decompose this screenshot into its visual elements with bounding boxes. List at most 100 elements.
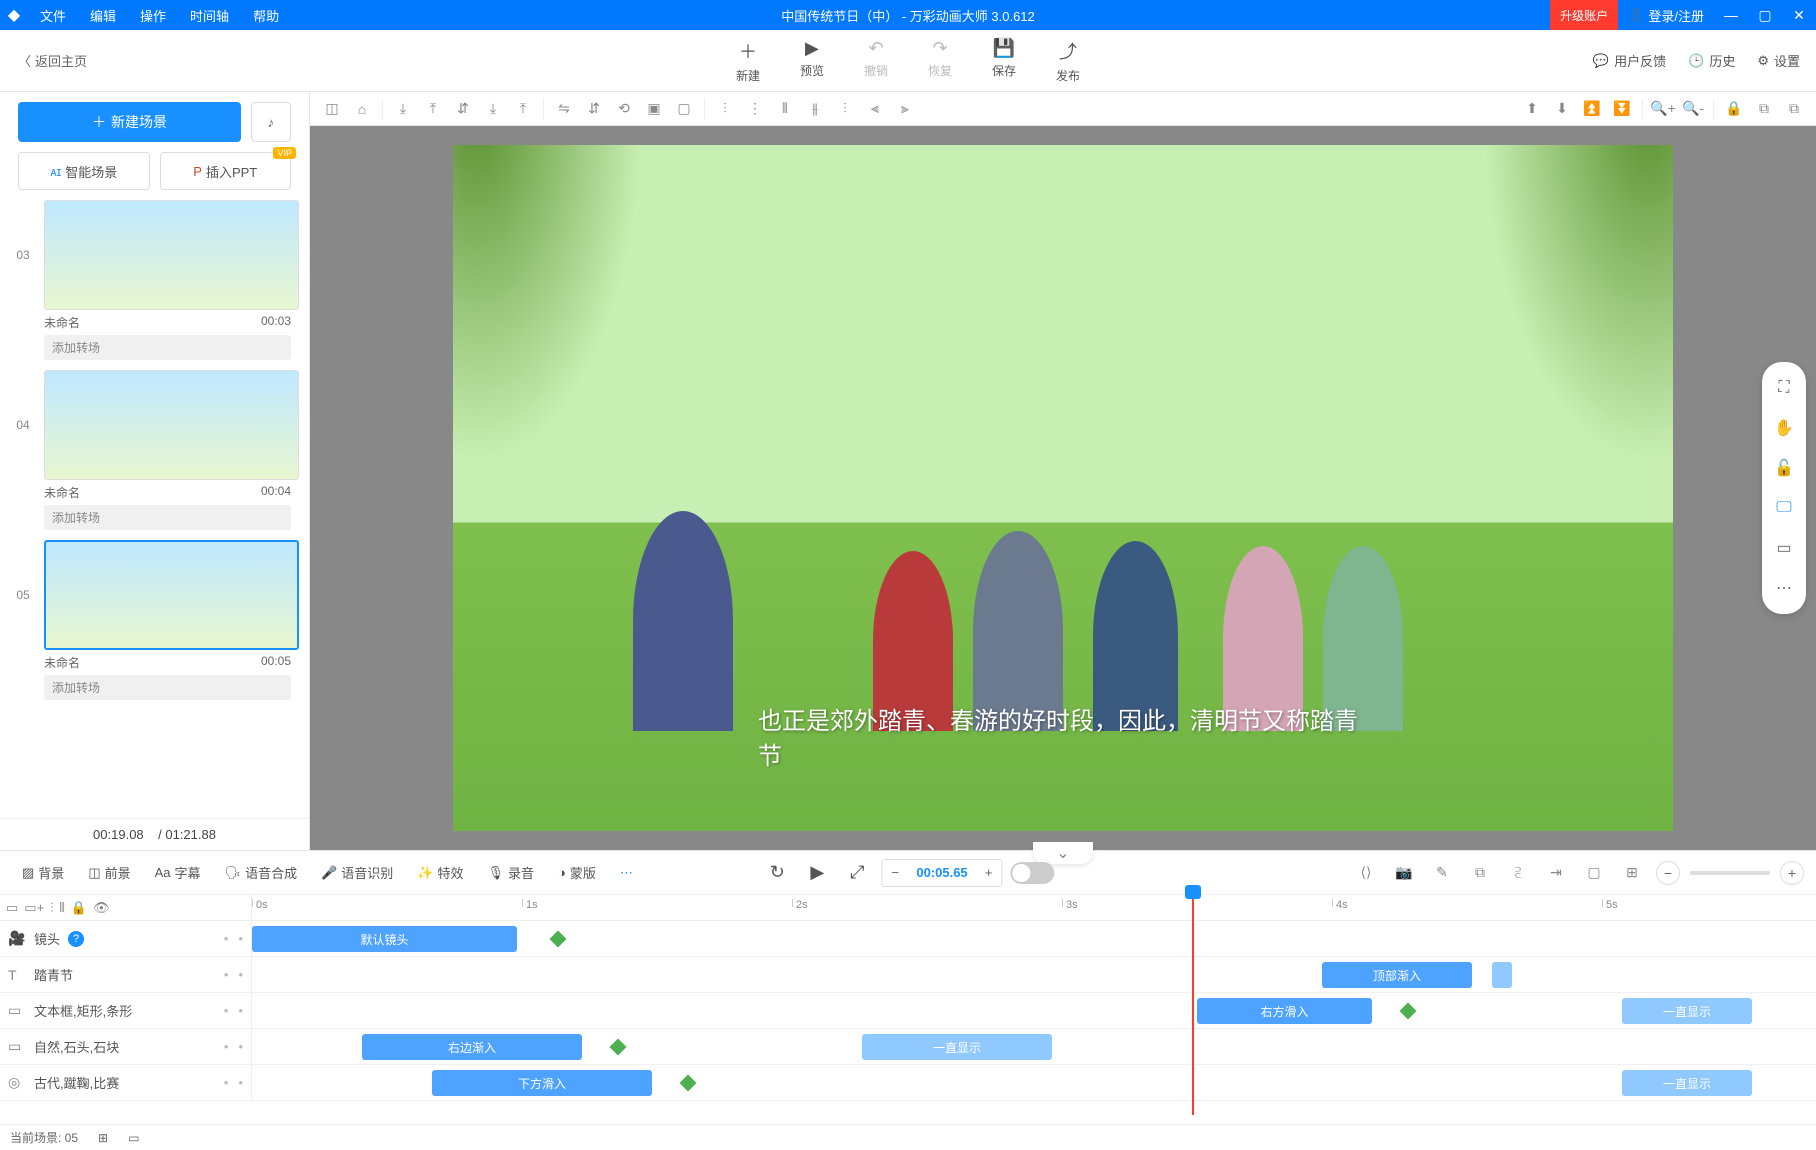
music-button[interactable]: ♪ [251, 102, 291, 142]
tl-layers-icon[interactable]: ⧉ [1466, 859, 1494, 887]
time-plus-button[interactable]: + [976, 865, 1002, 880]
tl-hdr-lock-icon[interactable]: 🔒 [71, 900, 87, 916]
toolbar-保存-button[interactable]: 💾保存 [992, 38, 1016, 84]
close-button[interactable]: ✕ [1782, 7, 1816, 24]
tl-camera-icon[interactable]: 📷 [1390, 859, 1418, 887]
tl-zoom-in-button[interactable]: + [1780, 861, 1804, 885]
group-icon[interactable]: ▣ [640, 95, 668, 123]
add-transition-button[interactable]: 添加转场 [44, 675, 291, 700]
layer-back-icon[interactable]: ⏬ [1608, 95, 1636, 123]
scene-thumbnail-03[interactable] [44, 200, 299, 310]
new-scene-button[interactable]: ＋ 新建场景 [18, 102, 241, 142]
spacing-icon[interactable]: ⫴ [771, 95, 799, 123]
track-label[interactable]: T 踏青节 •• [0, 957, 252, 992]
timeline-ruler[interactable]: 0s1s2s3s4s5s [252, 895, 1816, 920]
ai-scene-button[interactable]: ᴀɪ 智能场景 [18, 152, 150, 190]
track-lane[interactable]: 右方滑入 一直显示 [252, 993, 1816, 1028]
layer-down-icon[interactable]: ⬇ [1548, 95, 1576, 123]
tab-asr[interactable]: 🎤语音识别 [311, 863, 403, 882]
tl-marker-icon[interactable]: ▢ [1580, 859, 1608, 887]
status-icon1[interactable]: ⊞ [98, 1131, 108, 1145]
distribute-h-icon[interactable]: ⫶ [711, 95, 739, 123]
scene-thumbnail-05[interactable] [44, 540, 299, 650]
tl-indent-icon[interactable]: ⇥ [1542, 859, 1570, 887]
layer-up-icon[interactable]: ⬆ [1518, 95, 1546, 123]
playhead[interactable] [1192, 895, 1194, 1115]
track-dot-icon[interactable]: • [224, 931, 229, 946]
tab-tts[interactable]: 🗣语音合成 [215, 863, 308, 882]
track-label[interactable]: ▭ 自然,石头,石块 •• [0, 1029, 252, 1064]
layer-front-icon[interactable]: ⏫ [1578, 95, 1606, 123]
stage[interactable]: 也正是郊外踏青、春游的好时段，因此，清明节又称踏青节 [453, 145, 1673, 831]
keyframe-diamond[interactable] [610, 1039, 627, 1056]
track-lane[interactable]: 右边渐入一直显示 [252, 1029, 1816, 1064]
flip-h-icon[interactable]: ⇋ [550, 95, 578, 123]
tl-hdr-icon3[interactable]: ⫶ [50, 900, 53, 916]
scene-thumbnail-04[interactable] [44, 370, 299, 480]
track-dot-icon[interactable]: • [224, 1003, 229, 1018]
lock-icon[interactable]: 🔒 [1720, 95, 1748, 123]
menu-file[interactable]: 文件 [28, 6, 78, 25]
rotate-icon[interactable]: ⟲ [610, 95, 638, 123]
track-label[interactable]: ◎ 古代,蹴鞠,比赛 •• [0, 1065, 252, 1100]
spacing2-icon[interactable]: ⫵ [801, 95, 829, 123]
distribute-v-icon[interactable]: ⋮ [741, 95, 769, 123]
track-dot-icon[interactable]: • [238, 967, 243, 982]
paste-icon[interactable]: ⧉ [1780, 95, 1808, 123]
login-button[interactable]: 👤 登录/注册 [1618, 6, 1714, 25]
tl-tool1-icon[interactable]: ⟨⟩ [1352, 859, 1380, 887]
canvas-subtitle[interactable]: 也正是郊外踏青、春游的好时段，因此，清明节又称踏青节 [758, 701, 1368, 771]
add-transition-button[interactable]: 添加转场 [44, 335, 291, 360]
spacing4-icon[interactable]: ⫷ [861, 95, 889, 123]
menu-operate[interactable]: 操作 [128, 6, 178, 25]
keyframe-diamond[interactable] [1400, 1003, 1417, 1020]
zoom-in-icon[interactable]: 🔍+ [1649, 95, 1677, 123]
spacing3-icon[interactable]: ⫶ [831, 95, 859, 123]
tl-zoom-slider[interactable] [1690, 871, 1770, 875]
timeline-clip[interactable]: 一直显示 [1622, 998, 1752, 1024]
status-icon2[interactable]: ▭ [128, 1131, 139, 1145]
timeline-clip[interactable]: 右方滑入 [1197, 998, 1372, 1024]
align-left-icon[interactable]: ⤓ [389, 95, 417, 123]
track-label[interactable]: 🎥 镜头 ? •• [0, 921, 252, 956]
tab-record[interactable]: 🎙录音 [477, 863, 544, 882]
crop-icon[interactable]: ◫ [318, 95, 346, 123]
keyframe-diamond[interactable] [550, 931, 567, 948]
track-lane[interactable]: 默认镜头 [252, 921, 1816, 956]
ungroup-icon[interactable]: ▢ [670, 95, 698, 123]
copy-icon[interactable]: ⧉ [1750, 95, 1778, 123]
toolbar-right-用户反馈-button[interactable]: 💬用户反馈 [1593, 51, 1666, 70]
track-dot-icon[interactable]: • [224, 1075, 229, 1090]
tl-hdr-eye-icon[interactable]: 👁 [93, 900, 110, 916]
toolbar-发布-button[interactable]: ⤴发布 [1056, 38, 1080, 84]
tab-more[interactable]: ⋯ [610, 865, 643, 881]
canvas-viewport[interactable]: 也正是郊外踏青、春游的好时段，因此，清明节又称踏青节 ⛶ ✋ 🔓 🖵 ▭ ⋯ ⌄ [310, 126, 1816, 850]
tl-hdr-icon4[interactable]: ⫴ [59, 900, 64, 916]
add-transition-button[interactable]: 添加转场 [44, 505, 291, 530]
zoom-out-icon[interactable]: 🔍- [1679, 95, 1707, 123]
play-button[interactable]: ▶ [801, 857, 833, 889]
toolbar-right-设置-button[interactable]: ⚙设置 [1757, 51, 1800, 70]
menu-edit[interactable]: 编辑 [78, 6, 128, 25]
timeline-clip[interactable]: 一直显示 [862, 1034, 1052, 1060]
tl-hdr-icon1[interactable]: ▭ [6, 900, 18, 916]
track-dot-icon[interactable]: • [224, 1039, 229, 1054]
spacing5-icon[interactable]: ⫸ [891, 95, 919, 123]
tl-hdr-icon2[interactable]: ▭+ [24, 900, 44, 916]
tl-filter-icon[interactable]: ⫔ [1504, 859, 1532, 887]
tl-zoom-out-button[interactable]: − [1656, 861, 1680, 885]
track-lane[interactable]: 下方滑入一直显示 [252, 1065, 1816, 1100]
timeline-clip[interactable]: 顶部渐入 [1322, 962, 1472, 988]
align-right-icon[interactable]: ⤒ [509, 95, 537, 123]
toolbar-新建-button[interactable]: ＋新建 [736, 38, 760, 84]
timeline-clip[interactable]: 默认镜头 [252, 926, 517, 952]
fullscreen-icon[interactable]: ⛶ [1768, 372, 1800, 404]
track-dot-icon[interactable]: • [238, 931, 243, 946]
tab-mask[interactable]: ◑蒙版 [548, 863, 606, 882]
align-top-icon[interactable]: ⤒ [419, 95, 447, 123]
insert-ppt-button[interactable]: P 插入PPT VIP [160, 152, 292, 190]
menu-help[interactable]: 帮助 [241, 6, 291, 25]
tab-foreground[interactable]: ◫前景 [78, 863, 140, 882]
replay-button[interactable]: ↻ [761, 857, 793, 889]
minimize-button[interactable]: — [1714, 7, 1748, 23]
